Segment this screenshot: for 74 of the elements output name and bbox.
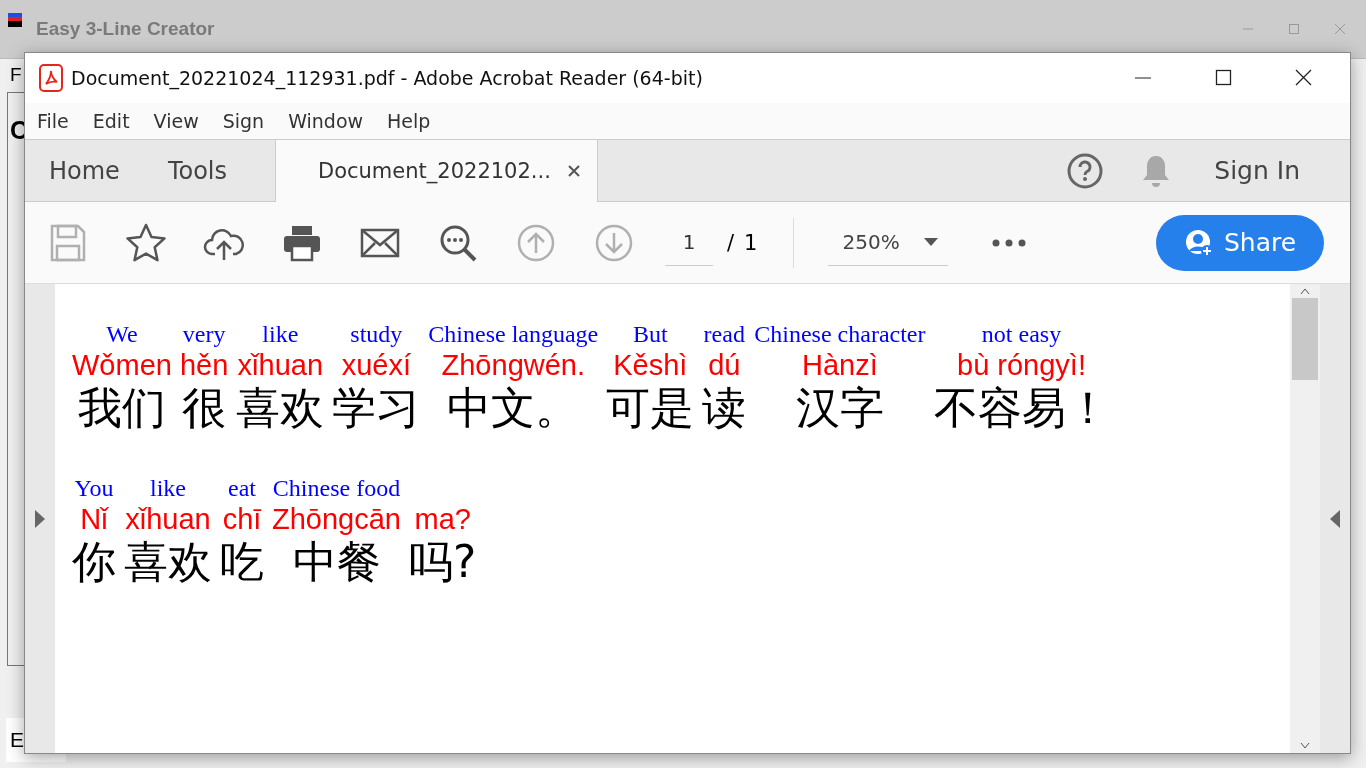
- menu-item[interactable]: F: [10, 64, 22, 86]
- collapse-arrow-icon[interactable]: [1330, 509, 1340, 528]
- caret-icon[interactable]: [924, 238, 939, 246]
- close-icon[interactable]: [566, 164, 581, 178]
- pinyin-text: Zhōngcān: [272, 502, 401, 536]
- page-separator: /: [727, 230, 735, 255]
- page-count: 1: [744, 230, 758, 255]
- english-gloss: like: [262, 320, 299, 348]
- english-gloss: read: [703, 320, 745, 348]
- chinese-text: 中文。: [447, 382, 580, 434]
- pinyin-text: Zhōngwén.: [441, 348, 586, 382]
- tab[interactable]: Home: [25, 140, 144, 201]
- pinyin-text: hěn: [179, 348, 229, 382]
- help-icon[interactable]: [1066, 151, 1105, 190]
- star-icon[interactable]: [125, 221, 167, 264]
- page-number-field[interactable]: 1: [665, 219, 713, 266]
- pdf-icon: [39, 64, 63, 92]
- english-gloss: But: [632, 320, 668, 348]
- pinyin-text: chī: [222, 502, 262, 536]
- pinyin-text: xǐhuan: [125, 502, 211, 536]
- tab[interactable]: Tools: [143, 140, 251, 201]
- chinese-text: 我们: [77, 382, 166, 434]
- share-button[interactable]: Share: [1156, 214, 1324, 271]
- chinese-text: 不容易！: [933, 382, 1110, 434]
- pinyin-text: dú: [708, 348, 741, 382]
- english-gloss: study: [350, 320, 403, 348]
- english-gloss: You: [74, 474, 114, 502]
- chinese-text: 喜欢: [124, 536, 212, 588]
- window-title: Document_20221024_112931.pdf - Adobe Acrobat Reader (64-bit): [71, 67, 704, 89]
- english-gloss: not easy: [981, 320, 1062, 348]
- chinese-text: 喜欢: [236, 382, 325, 434]
- chinese-text: 吃: [220, 536, 264, 588]
- menu-item[interactable]: Window: [280, 110, 372, 132]
- chinese-text: 可是: [606, 382, 695, 434]
- add-user-icon: [1183, 227, 1214, 258]
- scroll-down-icon[interactable]: [1300, 743, 1310, 749]
- zoom-value: 250%: [842, 230, 900, 254]
- tab[interactable]: Document_2022102...: [275, 140, 598, 202]
- chinese-text: 汉字: [795, 382, 884, 434]
- scroll-thumb[interactable]: [1292, 298, 1318, 380]
- pinyin-text: Kěshì: [613, 348, 688, 382]
- pinyin-text: Wǒmen: [72, 348, 172, 382]
- scroll-up-icon[interactable]: [1300, 288, 1310, 294]
- english-gloss: very: [182, 320, 226, 348]
- menu-item[interactable]: Help: [379, 110, 439, 132]
- pinyin-text: bù róngyì!: [957, 348, 1086, 382]
- menu-item[interactable]: File: [29, 110, 77, 132]
- english-gloss: Chinese food: [272, 474, 401, 502]
- pinyin-text: xuéxí: [341, 348, 411, 382]
- chinese-text: 中餐: [292, 536, 381, 588]
- chinese-text: 学习: [332, 382, 421, 434]
- menu-item[interactable]: View: [145, 110, 207, 132]
- pinyin-text: Hànzì: [802, 348, 878, 382]
- english-gloss: We: [106, 320, 138, 348]
- english-gloss: Chinese language: [428, 320, 599, 348]
- english-gloss: Chinese character: [754, 320, 926, 348]
- scrollbar[interactable]: [1290, 284, 1320, 753]
- app-icon: [8, 13, 22, 27]
- zoom-dropdown[interactable]: 250%: [828, 219, 949, 266]
- chinese-text: 很: [182, 382, 227, 434]
- chinese-text: 吗?: [409, 536, 477, 588]
- chinese-text: 你: [72, 536, 116, 588]
- pinyin-text: xǐhuan: [237, 348, 324, 382]
- menu-item[interactable]: Sign: [214, 110, 273, 132]
- menu-item[interactable]: Edit: [84, 110, 138, 132]
- pinyin-text: ma?: [414, 502, 471, 536]
- window-title: Easy 3-Line Creator: [36, 18, 216, 40]
- more-icon[interactable]: [992, 238, 1027, 247]
- chinese-text: 读: [702, 382, 747, 434]
- expand-arrow-icon[interactable]: [35, 509, 45, 528]
- pinyin-text: Nǐ: [80, 502, 108, 536]
- english-gloss: eat: [228, 474, 256, 502]
- english-gloss: like: [150, 474, 186, 502]
- sign-in-button[interactable]: Sign In: [1208, 155, 1306, 186]
